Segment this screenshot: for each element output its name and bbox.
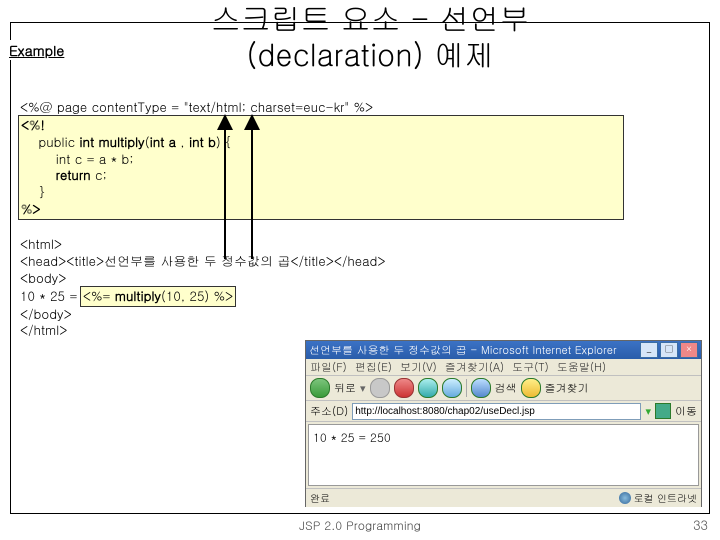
menu-edit[interactable]: 편집(E) (355, 360, 392, 375)
code-l9: <head><title>선언부를 사용한 두 정수값의 곱</title></… (20, 251, 385, 270)
menu-view[interactable]: 보기(V) (400, 360, 437, 375)
refresh-icon[interactable] (418, 378, 438, 398)
code-l3f: int b (189, 132, 216, 151)
code-l10: <body> (20, 268, 66, 287)
search-icon[interactable] (471, 378, 491, 398)
minimize-button[interactable]: _ (640, 342, 658, 358)
browser-window: 선언부를 사용한 두 정수값의 곱 - Microsoft Internet E… (305, 340, 702, 507)
browser-toolbar: 뒤로 ▾ 검색 즐겨찾기 (306, 376, 701, 401)
menu-tools[interactable]: 도구(T) (512, 360, 549, 375)
browser-menubar: 파일(F) 편집(E) 보기(V) 즐겨찾기(A) 도구(T) 도움말(H) (306, 359, 701, 376)
forward-icon[interactable] (370, 378, 390, 398)
code-block: <%@ page contentType = "text/html; chars… (20, 82, 700, 339)
addr-label: 주소(D) (310, 404, 348, 419)
go-label[interactable]: 이동 (675, 404, 697, 419)
go-button[interactable] (655, 403, 671, 419)
browser-viewport: 10 * 25 = 250 (308, 424, 699, 486)
maximize-button[interactable]: □ (660, 342, 678, 358)
browser-titlebar: 선언부를 사용한 두 정수값의 곱 - Microsoft Internet E… (306, 341, 701, 359)
code-l13: </html> (20, 320, 67, 339)
code-l5c: c; (91, 165, 107, 184)
code-l11d: (10, 25) %> (161, 286, 233, 305)
menu-file[interactable]: 파일(F) (310, 360, 347, 375)
slide-title: 스크립트 요소 - 선언부 (declaration) 예제 (100, 0, 640, 72)
code-l7: %> (21, 199, 41, 218)
zone-icon (619, 492, 631, 504)
url-input[interactable] (352, 403, 641, 420)
menu-fav[interactable]: 즐겨찾기(A) (445, 360, 504, 375)
back-icon[interactable] (310, 378, 330, 398)
code-l11c: multiply (115, 286, 161, 305)
code-l11a: 10 * 25 = (20, 286, 82, 305)
stop-icon[interactable] (394, 378, 414, 398)
search-label[interactable]: 검색 (495, 381, 517, 396)
address-bar: 주소(D) ▾ 이동 (306, 401, 701, 422)
code-l3d: int a (150, 132, 176, 151)
back-label[interactable]: 뒤로 (334, 381, 356, 396)
slide-footer: JSP 2.0 Programming (0, 517, 720, 534)
code-l11b: <%= (83, 286, 115, 305)
status-text: 완료 (310, 491, 619, 505)
close-button[interactable]: × (680, 342, 698, 358)
favorites-icon[interactable] (521, 378, 541, 398)
code-l3g: ) { (216, 132, 232, 151)
title-line-2: (declaration) 예제 (246, 33, 494, 75)
code-l3e: , (176, 132, 189, 151)
page-number: 33 (693, 515, 708, 534)
status-bar: 완료 로컬 인트라넷 (306, 488, 701, 507)
zone-label: 로컬 인트라넷 (634, 491, 697, 505)
browser-title: 선언부를 사용한 두 정수값의 곱 - Microsoft Internet E… (309, 343, 638, 358)
code-l1: <%@ page contentType = "text/html; chars… (20, 97, 373, 116)
menu-help[interactable]: 도움말(H) (557, 360, 606, 375)
fav-label[interactable]: 즐겨찾기 (545, 381, 589, 396)
example-badge: Example (5, 40, 68, 60)
home-icon[interactable] (442, 378, 462, 398)
page-output: 10 * 25 = 250 (313, 429, 391, 446)
code-l5b: return (56, 165, 91, 184)
